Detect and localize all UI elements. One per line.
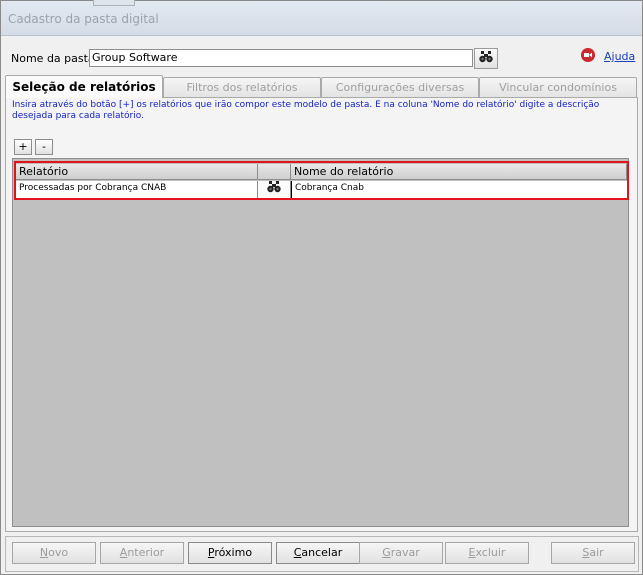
exit-button[interactable]: Sair: [551, 542, 635, 564]
binoculars-icon: [267, 180, 281, 199]
exit-button-label: air: [589, 546, 604, 559]
next-button-label: róximo: [214, 546, 253, 559]
save-button-mnemonic: G: [382, 546, 391, 559]
cancel-button[interactable]: Cancelar: [276, 542, 360, 564]
cell-report[interactable]: Processadas por Cobrança CNAB: [16, 181, 258, 198]
title-bar[interactable]: Cadastro da pasta digital: [1, 0, 642, 36]
column-header-report[interactable]: Relatório: [16, 164, 258, 180]
button-bar: Novo Anterior Próximo Cancelar Gravar Ex…: [5, 536, 639, 572]
tab-link-condos[interactable]: Vincular condomínios: [479, 77, 637, 97]
cell-lookup-button[interactable]: [258, 180, 291, 199]
cancel-button-label: ancelar: [301, 546, 343, 559]
reports-grid: Relatório Nome do relatório Processadas …: [12, 158, 629, 527]
taskbar-tab: [93, 0, 135, 6]
remove-row-button[interactable]: -: [35, 139, 53, 155]
delete-button[interactable]: Excluir: [445, 542, 529, 564]
tab-report-selection[interactable]: Seleção de relatórios: [5, 75, 163, 98]
new-button-mnemonic: N: [39, 546, 49, 559]
previous-button[interactable]: Anterior: [100, 542, 184, 564]
instruction-text: Insira através do botão [+] os relatório…: [12, 100, 600, 121]
save-button[interactable]: Gravar: [359, 542, 443, 564]
add-row-button[interactable]: +: [14, 139, 32, 155]
next-button[interactable]: Próximo: [188, 542, 272, 564]
cell-report-name[interactable]: Cobrança Cnab: [291, 181, 627, 198]
dialog-window: Cadastro da pasta digital Nome da pasta:…: [0, 0, 643, 575]
tab-panel: Insira através do botão [+] os relatório…: [5, 97, 638, 532]
window-title: Cadastro da pasta digital: [8, 12, 159, 26]
help-link[interactable]: Ajuda: [604, 50, 635, 63]
delete-button-label: xcluir: [475, 546, 506, 559]
column-header-lookup: [258, 164, 291, 180]
highlight-frame: Relatório Nome do relatório Processadas …: [14, 161, 629, 200]
save-button-label: ravar: [390, 546, 420, 559]
folder-name-input[interactable]: [89, 49, 473, 67]
tab-misc-settings[interactable]: Configurações diversas: [321, 77, 479, 97]
tab-report-filters[interactable]: Filtros dos relatórios: [163, 77, 321, 97]
search-button[interactable]: [474, 48, 498, 69]
binoculars-icon: [479, 51, 493, 66]
new-button-label: ovo: [48, 546, 69, 559]
new-button[interactable]: Novo: [12, 542, 96, 564]
folder-name-label: Nome da pasta:: [11, 52, 99, 65]
help-stop-icon[interactable]: [581, 48, 595, 62]
previous-button-label: nterior: [127, 546, 165, 559]
tab-strip: Seleção de relatórios Filtros dos relató…: [5, 75, 637, 98]
column-header-report-name[interactable]: Nome do relatório: [291, 164, 627, 180]
